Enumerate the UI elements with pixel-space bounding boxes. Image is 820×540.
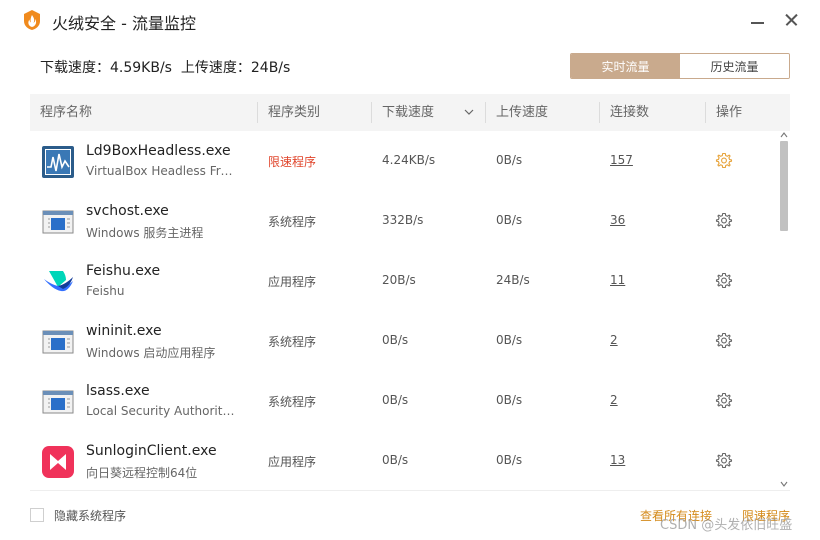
column-header-name[interactable]: 程序名称 xyxy=(30,94,92,131)
download-speed: 0B/s xyxy=(382,333,409,347)
process-type: 应用程序 xyxy=(268,275,317,289)
system-window-icon xyxy=(42,390,74,414)
watermark: CSDN @头发依旧旺盛 xyxy=(660,518,793,533)
download-speed: 0B/s xyxy=(382,393,409,407)
title-bar: 火绒安全 - 流量监控 xyxy=(0,0,820,40)
download-speed: 20B/s xyxy=(382,273,416,287)
hide-system-label[interactable]: 隐藏系统程序 xyxy=(54,507,126,524)
column-header-action: 操作 xyxy=(716,105,743,120)
upload-speed-label: 上传速度： xyxy=(180,60,251,76)
scrollbar-thumb[interactable] xyxy=(780,141,788,231)
download-speed: 4.24KB/s xyxy=(382,153,436,167)
upload-speed: 0B/s xyxy=(496,333,523,347)
connection-count-link[interactable]: 13 xyxy=(610,453,625,467)
scroll-down-icon[interactable] xyxy=(780,480,788,488)
connection-count-link[interactable]: 11 xyxy=(610,273,625,287)
process-name: lsass.exe xyxy=(86,383,150,399)
upload-speed: 0B/s xyxy=(496,453,523,467)
process-type: 应用程序 xyxy=(268,455,317,469)
sort-chevron-down-icon[interactable] xyxy=(464,107,474,117)
process-type: 系统程序 xyxy=(268,395,317,409)
upload-speed: 0B/s xyxy=(496,153,523,167)
connection-count-link[interactable]: 2 xyxy=(610,333,618,347)
table-row[interactable]: Feishu.exe Feishu 应用程序 20B/s 24B/s 11 xyxy=(30,251,775,311)
upload-speed-value: 24B/s xyxy=(250,60,291,76)
column-header-download[interactable]: 下载速度 xyxy=(372,94,434,131)
process-description: VirtualBox Headless Fro... xyxy=(86,164,236,178)
footer-divider xyxy=(30,490,790,491)
hide-system-checkbox[interactable] xyxy=(30,508,44,522)
scroll-up-icon[interactable] xyxy=(780,131,788,139)
upload-speed: 0B/s xyxy=(496,393,523,407)
system-window-icon xyxy=(42,330,74,354)
table-row[interactable]: Ld9BoxHeadless.exe VirtualBox Headless F… xyxy=(30,131,775,191)
process-type: 系统程序 xyxy=(268,215,317,229)
process-name: wininit.exe xyxy=(86,323,162,339)
gear-icon[interactable] xyxy=(715,272,733,290)
process-description: Local Security Authority ... xyxy=(86,404,236,418)
process-type: 系统程序 xyxy=(268,335,317,349)
table-header: 程序名称 程序类别 下载速度 上传速度 连接数 操作 xyxy=(30,94,790,131)
process-name: Feishu.exe xyxy=(86,263,161,279)
gear-icon[interactable] xyxy=(715,392,733,410)
table-scrollbar[interactable] xyxy=(778,131,790,490)
minimize-icon[interactable] xyxy=(748,10,768,30)
virtualbox-icon xyxy=(42,146,74,178)
window-title: 火绒安全 - 流量监控 xyxy=(52,14,196,33)
download-speed: 0B/s xyxy=(382,453,409,467)
process-description: Windows 服务主进程 xyxy=(86,226,204,240)
tab-history[interactable]: 历史流量 xyxy=(680,54,789,78)
tab-realtime[interactable]: 实时流量 xyxy=(571,54,680,78)
process-type: 限速程序 xyxy=(268,155,317,169)
gear-icon[interactable] xyxy=(715,452,733,470)
table-row[interactable]: lsass.exe Local Security Authority ... 系… xyxy=(30,371,775,431)
download-speed-label: 下载速度： xyxy=(40,60,110,76)
table-row[interactable]: wininit.exe Windows 启动应用程序 系统程序 0B/s 0B/… xyxy=(30,311,775,371)
gear-icon[interactable] xyxy=(715,212,733,230)
connection-count-link[interactable]: 157 xyxy=(610,153,633,167)
upload-speed: 0B/s xyxy=(496,213,523,227)
huorong-logo-icon xyxy=(24,10,40,30)
process-name: SunloginClient.exe xyxy=(86,443,217,459)
feishu-icon xyxy=(44,271,73,292)
speed-summary: 下载速度：4.59KB/s 上传速度：24B/s xyxy=(40,57,290,77)
close-icon[interactable] xyxy=(782,10,802,30)
process-name: svchost.exe xyxy=(86,203,169,219)
view-tabs: 实时流量 历史流量 xyxy=(570,53,790,79)
gear-icon[interactable] xyxy=(715,152,733,170)
download-speed-value: 4.59KB/s xyxy=(110,60,172,76)
column-header-upload[interactable]: 上传速度 xyxy=(486,94,548,131)
column-header-connections[interactable]: 连接数 xyxy=(600,94,649,131)
table-row[interactable]: svchost.exe Windows 服务主进程 系统程序 332B/s 0B… xyxy=(30,191,775,251)
process-description: 向日葵远程控制64位 xyxy=(86,466,198,480)
process-name: Ld9BoxHeadless.exe xyxy=(86,143,231,159)
process-description: Windows 启动应用程序 xyxy=(86,346,216,360)
download-speed: 332B/s xyxy=(382,213,424,227)
system-window-icon xyxy=(42,210,74,234)
connection-count-link[interactable]: 2 xyxy=(610,393,618,407)
column-header-type[interactable]: 程序类别 xyxy=(258,94,320,131)
table-row[interactable]: SunloginClient.exe 向日葵远程控制64位 应用程序 0B/s … xyxy=(30,431,775,490)
process-description: Feishu xyxy=(86,284,125,298)
sunlogin-icon xyxy=(42,446,74,478)
process-table: Ld9BoxHeadless.exe VirtualBox Headless F… xyxy=(30,131,775,490)
traffic-monitor-window: 火绒安全 - 流量监控 下载速度：4.59KB/s 上传速度：24B/s 实时流… xyxy=(0,0,820,540)
upload-speed: 24B/s xyxy=(496,273,530,287)
connection-count-link[interactable]: 36 xyxy=(610,213,625,227)
gear-icon[interactable] xyxy=(715,332,733,350)
